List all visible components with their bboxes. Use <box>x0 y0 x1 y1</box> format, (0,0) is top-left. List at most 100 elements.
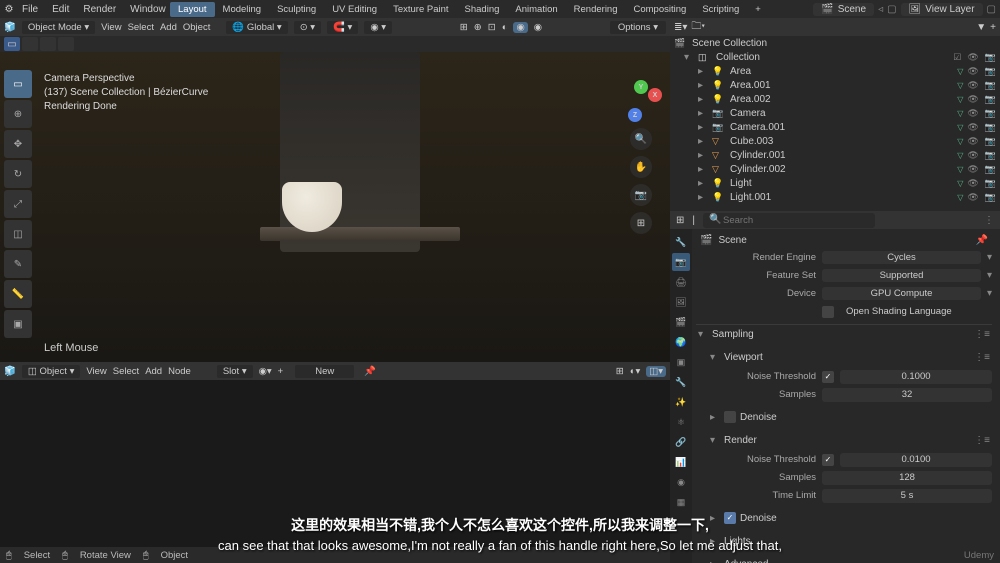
render-icon[interactable]: 📷 <box>985 66 996 77</box>
outliner-item[interactable]: ▸ 💡 Light ▽ 👁📷 <box>670 176 1000 190</box>
menu-window[interactable]: Window <box>124 2 172 17</box>
axis-x[interactable]: X <box>648 88 662 102</box>
tool-add[interactable]: ▣ <box>4 310 32 338</box>
eye-icon[interactable]: 👁 <box>967 80 978 91</box>
search-input[interactable] <box>703 213 875 228</box>
expand-icon[interactable]: ▸ <box>698 136 708 147</box>
panel-sampling[interactable]: ▾ Sampling ⋮≡ <box>696 324 992 344</box>
expand-icon[interactable]: ▸ <box>698 192 708 203</box>
render-icon[interactable]: 📷 <box>985 150 996 161</box>
pin-icon[interactable]: 📌 <box>364 366 376 377</box>
expand-icon[interactable]: ▸ <box>698 164 708 175</box>
outliner-item[interactable]: ▸ ▽ Cylinder.002 ▽ 👁📷 <box>670 162 1000 176</box>
axis-y[interactable]: Y <box>634 80 648 94</box>
render-icon[interactable]: 📷 <box>985 94 996 105</box>
filter-icon[interactable]: ▼ <box>976 22 986 33</box>
ptab-material[interactable]: ◉ <box>672 473 690 491</box>
zoom-icon[interactable]: 🔍 <box>630 128 652 150</box>
expand-icon[interactable]: ▸ <box>698 122 708 133</box>
tool-measure[interactable]: 📏 <box>4 280 32 308</box>
outliner-item[interactable]: ▸ ▽ Cube.003 ▽ 👁📷 <box>670 134 1000 148</box>
axis-z[interactable]: Z <box>628 108 642 122</box>
overlay-toggle[interactable]: ⊞ <box>460 22 468 33</box>
r-timelimit-slider[interactable]: 5 s <box>822 489 992 503</box>
ptab-tool[interactable]: 🔧 <box>672 233 690 251</box>
vp-denoise-checkbox[interactable] <box>724 411 736 423</box>
render-icon[interactable]: 📷 <box>985 108 996 119</box>
render-icon[interactable]: 📷 <box>985 122 996 133</box>
render-icon[interactable]: 📷 <box>985 80 996 91</box>
outliner-item[interactable]: ▸ 💡 Area.001 ▽ 👁📷 <box>670 78 1000 92</box>
ptab-scene[interactable]: 🎬 <box>672 313 690 331</box>
tool-transform[interactable]: ◫ <box>4 220 32 248</box>
shading-wireframe[interactable]: ⊡ <box>488 22 496 33</box>
tab-texture-paint[interactable]: Texture Paint <box>385 2 456 17</box>
r-denoise-checkbox[interactable] <box>724 512 736 524</box>
ptab-modifier[interactable]: 🔧 <box>672 373 690 391</box>
vp-menu-add[interactable]: Add <box>160 22 177 33</box>
tool-move[interactable]: ✥ <box>4 130 32 158</box>
ptab-physics[interactable]: ⚛ <box>672 413 690 431</box>
eye-icon[interactable]: 👁 <box>967 66 978 77</box>
node-editor-icon[interactable]: 🧊 <box>4 366 16 377</box>
outliner-item[interactable]: ▸ 📷 Camera ▽ 👁📷 <box>670 106 1000 120</box>
select-tweak-icon[interactable]: ▭ <box>4 37 20 51</box>
tool-select[interactable]: ▭ <box>4 70 32 98</box>
tab-layout[interactable]: Layout <box>170 2 215 17</box>
ptab-output[interactable]: 🖨 <box>672 273 690 291</box>
options-icon[interactable]: ⋮≡ <box>974 329 990 340</box>
gizmo-toggle[interactable]: ⊕ <box>474 22 482 33</box>
panel-r-denoise[interactable]: ▸ Denoise <box>708 508 992 528</box>
ptab-object[interactable]: ▣ <box>672 353 690 371</box>
vp-samples-slider[interactable]: 32 <box>822 388 992 402</box>
options-icon[interactable]: ⋮≡ <box>974 435 990 446</box>
expand-icon[interactable]: ▸ <box>698 66 708 77</box>
new-collection-icon[interactable]: + <box>990 22 996 33</box>
vp-menu-object[interactable]: Object <box>183 22 210 33</box>
editor-type-icon[interactable]: 🧊 <box>4 22 16 33</box>
feature-set-dropdown[interactable]: Supported <box>822 269 981 282</box>
material-icon[interactable]: ◉▾ <box>259 366 272 377</box>
render-engine-dropdown[interactable]: Cycles <box>822 251 981 264</box>
viewlayer-nav[interactable]: ▢ <box>987 4 996 15</box>
vp-menu-view[interactable]: View <box>101 22 121 33</box>
eye-icon[interactable]: 👁 <box>967 52 978 63</box>
vp-menu-select[interactable]: Select <box>128 22 154 33</box>
node-editor-area[interactable] <box>0 380 670 563</box>
panel-viewport[interactable]: ▾ Viewport ⋮≡ <box>708 348 992 367</box>
tab-uv-editing[interactable]: UV Editing <box>324 2 385 17</box>
render-icon[interactable]: 📷 <box>985 178 996 189</box>
tab-rendering[interactable]: Rendering <box>566 2 626 17</box>
eye-icon[interactable]: 👁 <box>967 164 978 175</box>
node-overlay-icon[interactable]: ⊞ <box>616 366 624 377</box>
menu-file[interactable]: File <box>16 2 44 17</box>
outliner-collection[interactable]: ▾ ◫ Collection ☑👁📷 <box>670 50 1000 64</box>
props-tab-icon[interactable]: ⊞ <box>676 215 684 226</box>
expand-icon[interactable]: ▸ <box>698 150 708 161</box>
node-backdrop-icon[interactable]: ◫▾ <box>646 366 666 377</box>
osl-checkbox[interactable] <box>822 306 834 318</box>
orientation-dropdown[interactable]: 🌐 Global ▾ <box>226 21 287 34</box>
node-menu-view[interactable]: View <box>86 366 106 377</box>
outliner-type-icon[interactable]: ≣▾ <box>674 22 687 33</box>
device-dropdown[interactable]: GPU Compute <box>822 287 981 300</box>
tool-cursor[interactable]: ⊕ <box>4 100 32 128</box>
expand-icon[interactable]: ▸ <box>698 94 708 105</box>
render-icon[interactable]: 📷 <box>985 164 996 175</box>
snap-dropdown[interactable]: 🧲 ▾ <box>327 21 358 34</box>
select-circle-icon[interactable] <box>40 37 56 51</box>
ptab-render[interactable]: 📷 <box>672 253 690 271</box>
expand-icon[interactable]: ▾ <box>684 52 694 63</box>
new-material-button[interactable]: New <box>295 365 354 378</box>
expand-icon[interactable]: ▸ <box>698 80 708 91</box>
pin-icon[interactable]: 📌 <box>976 235 988 246</box>
tab-compositing[interactable]: Compositing <box>626 2 695 17</box>
tab-shading[interactable]: Shading <box>457 2 508 17</box>
outliner-root[interactable]: 🎬 Scene Collection <box>670 36 1000 50</box>
nav-gizmo[interactable]: X Y Z <box>620 80 662 122</box>
outliner[interactable]: 🎬 Scene Collection ▾ ◫ Collection ☑👁📷 ▸ … <box>670 36 1000 211</box>
menu-edit[interactable]: Edit <box>46 2 75 17</box>
vp-noise-checkbox[interactable] <box>822 371 834 383</box>
select-lasso-icon[interactable] <box>58 37 74 51</box>
outliner-filter-icon[interactable]: 🗀▾ <box>691 19 705 36</box>
